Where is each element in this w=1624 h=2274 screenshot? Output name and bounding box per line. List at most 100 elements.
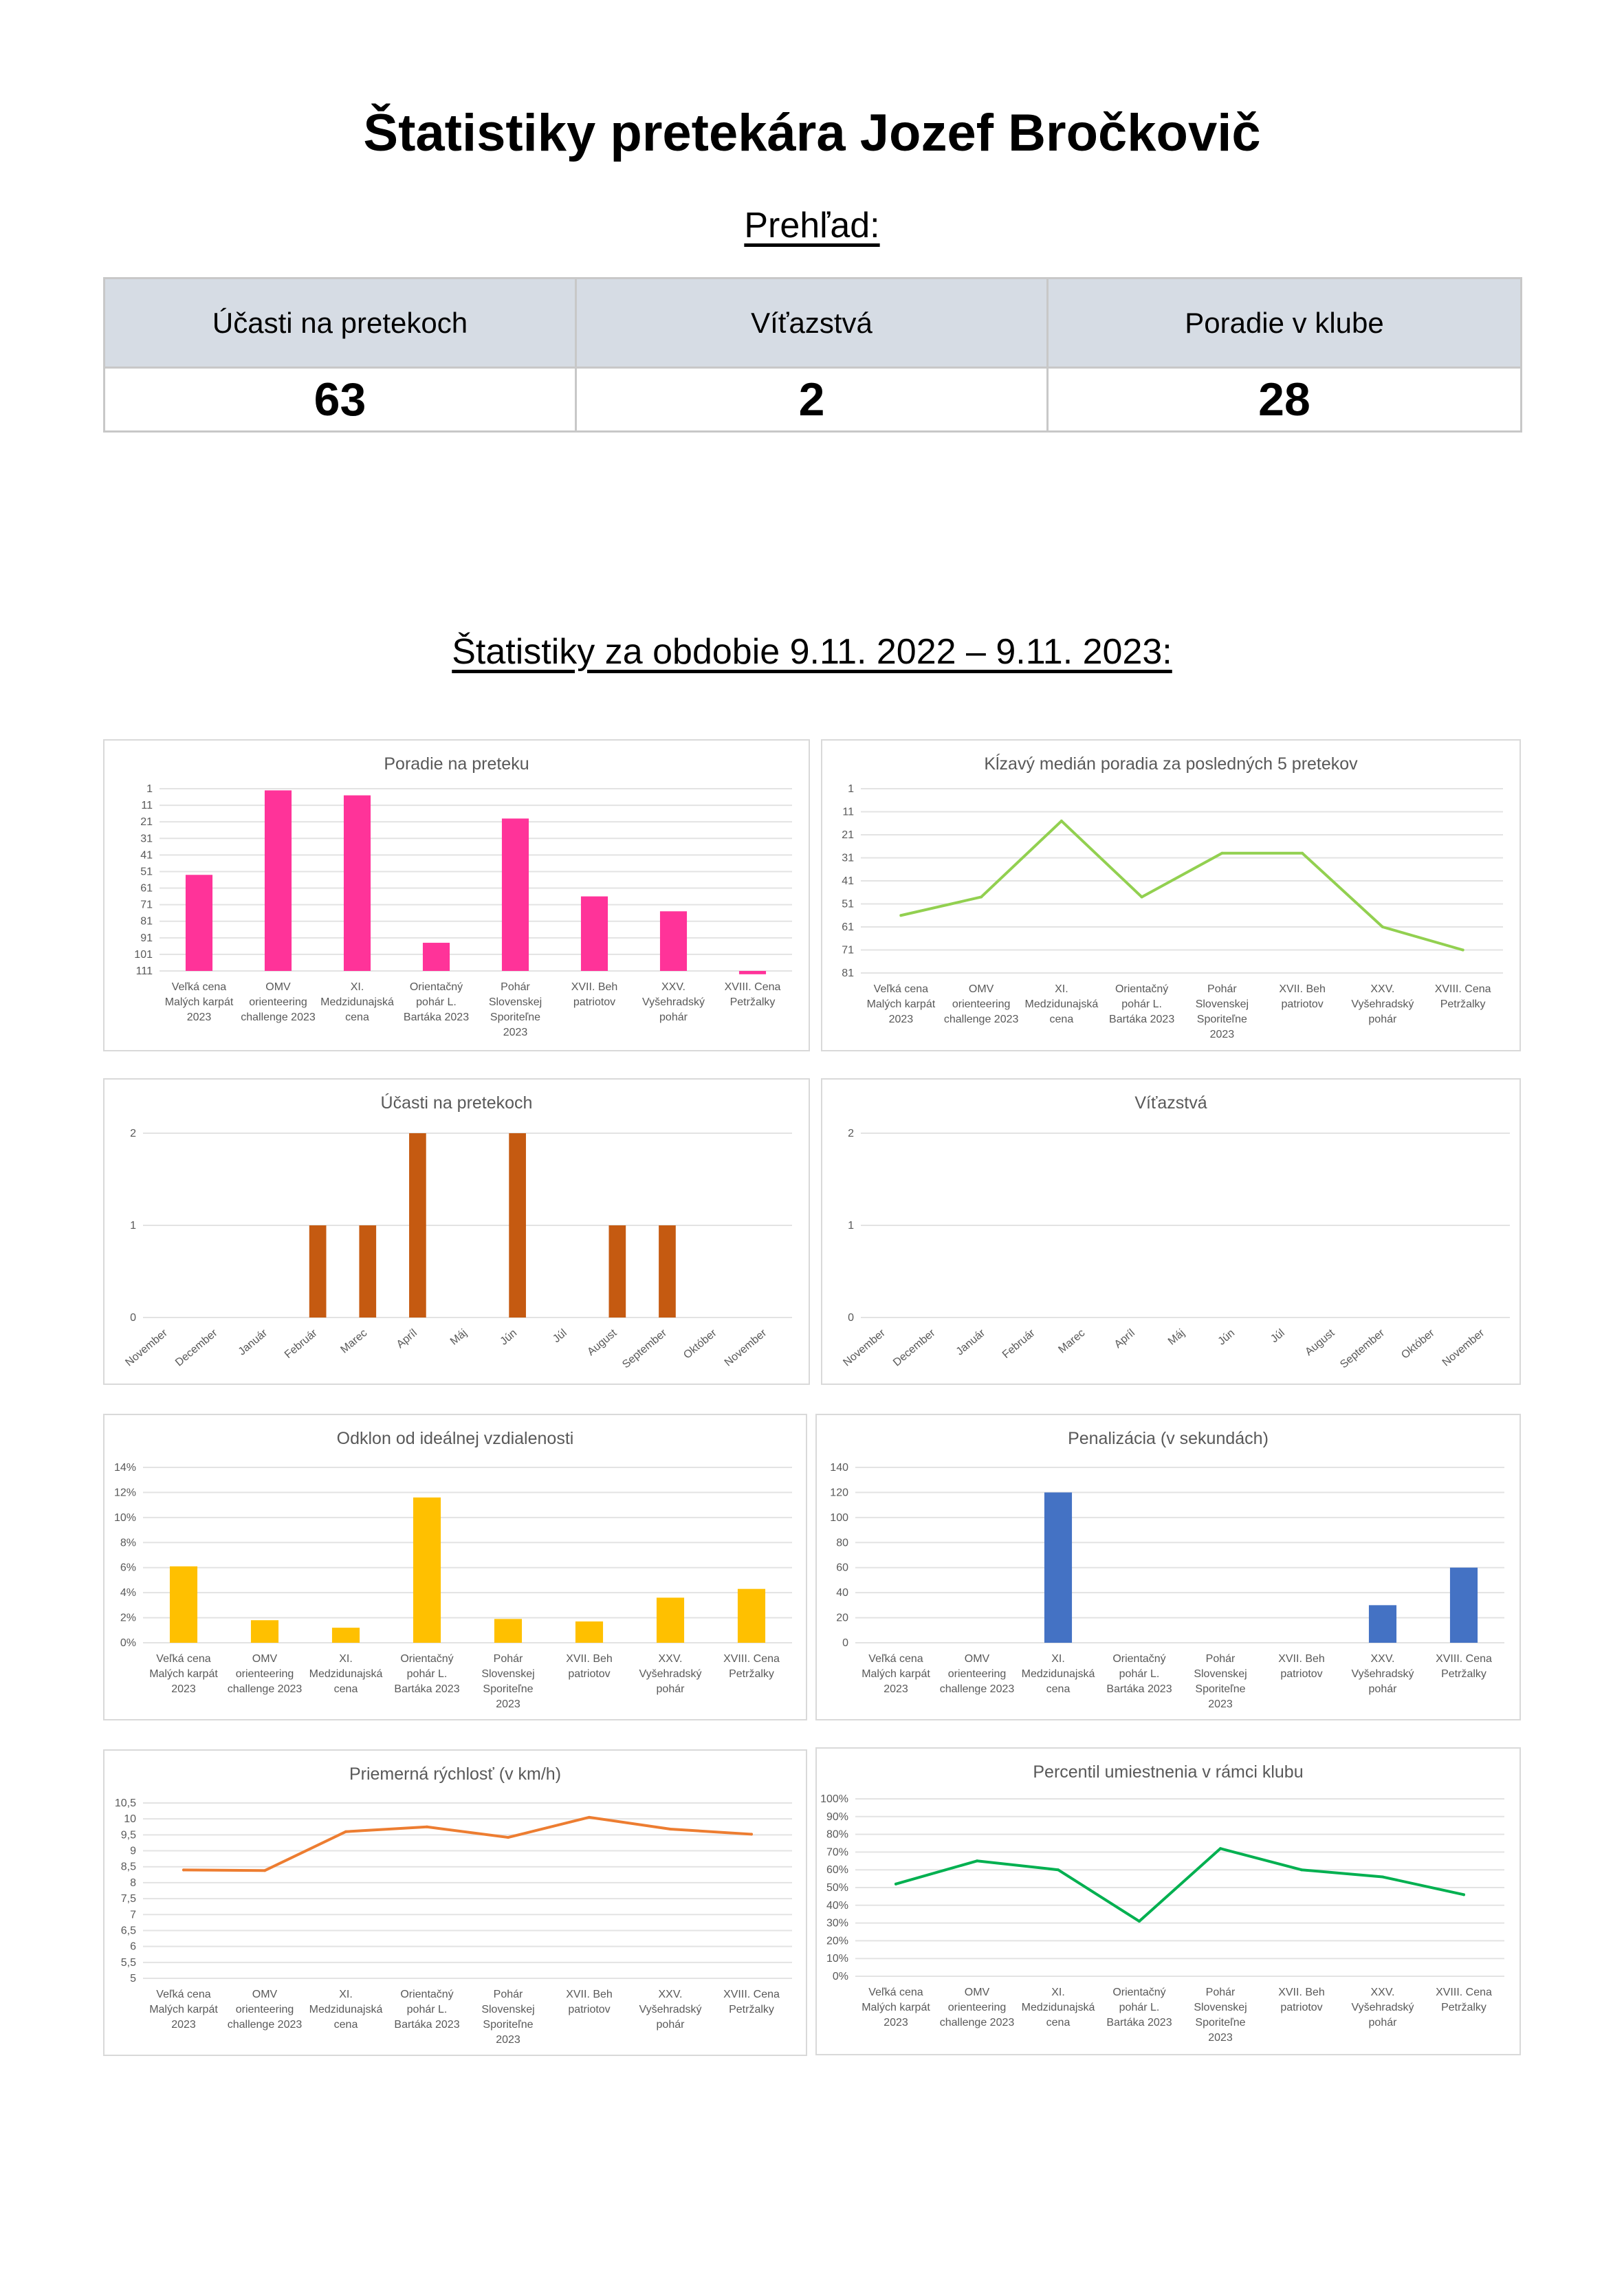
y-tick-label: 12%: [114, 1487, 136, 1498]
y-tick-label: 0: [848, 1312, 854, 1324]
x-category-label: OMV orienteering challenge 2023: [940, 1653, 1015, 1695]
x-category-label: Február: [283, 1327, 320, 1361]
x-category-label: XVIII. Cena Petržalky: [723, 1989, 780, 2015]
y-tick-label: 6: [130, 1941, 136, 1953]
bar: [575, 1621, 604, 1643]
y-tick-label: 80%: [826, 1829, 848, 1841]
x-category-label: Január: [237, 1327, 270, 1358]
data-point: [344, 1830, 347, 1833]
y-tick-label: 10: [124, 1813, 136, 1825]
y-tick-label: 120: [830, 1487, 848, 1498]
y-tick-label: 81: [842, 967, 854, 979]
y-tick-label: 140: [830, 1462, 848, 1474]
x-category-label: Veľká cena Malých karpát 2023: [165, 981, 234, 1023]
summary-value-participations: 63: [105, 369, 577, 430]
series-line: [895, 1847, 1465, 1923]
chart-svg: Účasti na pretekoch012November December Ja…: [123, 1093, 792, 1370]
x-category-label: Jún: [498, 1327, 519, 1348]
series-line: [182, 1815, 753, 1872]
data-point: [1219, 1847, 1222, 1850]
data-point: [895, 1882, 897, 1885]
x-category-label: Orientačný pohár L. Bartáka 2023: [1109, 983, 1174, 1025]
y-tick-label: 7,5: [121, 1893, 136, 1905]
y-tick-label: 10%: [826, 1953, 848, 1965]
summary-table: Účasti na pretekoch Víťazstvá Poradie v …: [103, 277, 1522, 433]
y-tick-label: 5: [130, 1973, 136, 1985]
data-point: [669, 1828, 672, 1831]
series-line: [899, 819, 1464, 952]
x-category-label: Júl: [551, 1327, 569, 1345]
y-tick-label: 6,5: [121, 1925, 136, 1936]
x-category-label: November: [1440, 1327, 1487, 1369]
chart-svg: Poradie na preteku1112131415161718191101…: [134, 754, 792, 1038]
y-tick-label: 4%: [120, 1587, 136, 1599]
chart-title: Priemerná rýchlosť (v km/h): [349, 1764, 561, 1784]
bar: [737, 1588, 766, 1643]
chart-svg: Kĺzavý medián poradia za posledných 5 pr…: [842, 753, 1503, 1040]
x-category-label: XXV. Vyšehradský pohár: [1352, 1653, 1414, 1695]
y-tick-label: 100: [830, 1512, 848, 1524]
y-tick-label: 7: [130, 1909, 136, 1921]
x-category-label: December: [891, 1327, 938, 1369]
x-category-label: Veľká cena Malých karpát 2023: [149, 1989, 218, 2031]
x-category-label: OMV orienteering challenge 2023: [940, 1987, 1015, 2029]
x-category-label: XI. Medzidunajská cena: [1025, 983, 1099, 1025]
x-category-label: Veľká cena Malých karpát 2023: [862, 1987, 930, 2029]
x-category-label: Február: [1000, 1327, 1038, 1361]
x-category-label: Pohár Slovenskej Sporiteľne 2023: [481, 1989, 534, 2046]
bar: [331, 1628, 360, 1643]
y-tick-label: 40%: [826, 1900, 848, 1912]
x-category-label: Orientačný pohár L. Bartáka 2023: [394, 1653, 459, 1695]
period-heading: Štatistiky za obdobie 9.11. 2022 – 9.11.…: [452, 632, 1172, 672]
y-tick-label: 1: [146, 783, 153, 795]
x-category-label: Pohár Slovenskej Sporiteľne 2023: [481, 1653, 534, 1710]
y-tick-label: 10%: [114, 1512, 136, 1524]
chart-svg: Víťazstvá012November December Január Februá…: [841, 1093, 1510, 1371]
y-tick-label: 61: [842, 921, 854, 933]
y-tick-label: 21: [140, 816, 153, 828]
x-category-label: XXV. Vyšehradský pohár: [1351, 983, 1414, 1025]
y-tick-label: 5,5: [121, 1957, 136, 1969]
data-point: [1381, 926, 1384, 928]
x-category-label: Apríl: [395, 1327, 419, 1351]
x-category-label: September: [1338, 1327, 1387, 1371]
y-tick-label: 6%: [120, 1562, 136, 1574]
x-category-label: Marec: [338, 1327, 369, 1356]
x-category-label: August: [1303, 1327, 1337, 1358]
x-category-label: XI. Medzidunajská cena: [320, 981, 394, 1023]
y-tick-label: 2: [848, 1128, 854, 1139]
bar: [659, 1225, 676, 1318]
data-point: [1301, 851, 1304, 855]
data-point: [976, 1859, 978, 1863]
x-category-label: Pohár Slovenskej Sporiteľne 2023: [489, 981, 542, 1038]
x-category-label: XXV. Vyšehradský pohár: [642, 981, 705, 1023]
bar: [580, 896, 608, 971]
y-tick-label: 71: [140, 899, 153, 911]
summary-header-club-rank: Poradie v klube: [1049, 279, 1520, 369]
chart-rolling-median: Kĺzavý medián poradia za posledných 5 pr…: [821, 739, 1521, 1051]
x-category-label: Pohár Slovenskej Sporiteľne 2023: [1196, 983, 1249, 1040]
x-category-label: Veľká cena Malých karpát 2023: [867, 983, 936, 1025]
x-category-label: XVII. Beh patriotov: [1279, 983, 1326, 1010]
bar: [309, 1225, 327, 1318]
chart-title: Kĺzavý medián poradia za posledných 5 pr…: [984, 753, 1358, 774]
bar: [738, 971, 767, 974]
x-category-label: Január: [954, 1327, 988, 1358]
bar: [409, 1133, 426, 1318]
bar: [359, 1225, 377, 1318]
bar: [494, 1619, 523, 1643]
x-category-label: XXV. Vyšehradský pohár: [639, 1989, 702, 2031]
chart-title: Penalizácia (v sekundách): [1068, 1429, 1269, 1448]
chart-title: Odklon od ideálnej vzdialenosti: [337, 1429, 574, 1448]
bar: [413, 1497, 441, 1643]
y-tick-label: 31: [140, 833, 153, 844]
chart-svg: Odklon od ideálnej vzdialenosti 0% 2% 4% 6% 8…: [114, 1429, 792, 1710]
x-category-label: November: [841, 1327, 888, 1369]
x-category-label: XVII. Beh patriotov: [566, 1989, 613, 2015]
y-tick-label: 9: [130, 1846, 136, 1857]
overview-heading: Prehľad:: [744, 206, 880, 245]
y-tick-label: 0%: [120, 1637, 136, 1649]
bar: [608, 1225, 626, 1318]
y-tick-label: 91: [140, 932, 153, 944]
y-tick-label: 8,5: [121, 1861, 136, 1873]
